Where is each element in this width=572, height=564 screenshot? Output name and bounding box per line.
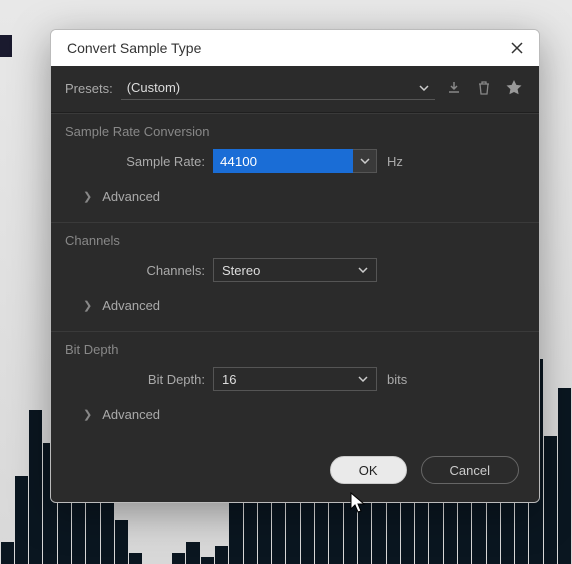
bit-depth-value: 16 xyxy=(222,372,236,387)
chevron-down-icon xyxy=(419,85,429,91)
dialog-footer: OK Cancel xyxy=(51,440,539,502)
channels-value: Stereo xyxy=(222,263,260,278)
delete-preset-button[interactable] xyxy=(473,77,495,99)
bit-depth-unit: bits xyxy=(387,372,407,387)
ok-button[interactable]: OK xyxy=(330,456,407,484)
save-preset-button[interactable] xyxy=(443,77,465,99)
advanced-label: Advanced xyxy=(102,407,160,422)
bit-depth-dropdown[interactable]: 16 xyxy=(213,367,377,391)
close-icon xyxy=(510,41,524,55)
channels-label: Channels: xyxy=(65,263,213,278)
save-preset-icon xyxy=(446,80,462,96)
sample-rate-label: Sample Rate: xyxy=(65,154,213,169)
sample-rate-title: Sample Rate Conversion xyxy=(65,124,525,139)
cancel-button[interactable]: Cancel xyxy=(421,456,519,484)
chevron-right-icon: ❯ xyxy=(83,408,92,421)
chevron-right-icon: ❯ xyxy=(83,190,92,203)
bit-depth-title: Bit Depth xyxy=(65,342,525,357)
titlebar: Convert Sample Type xyxy=(51,30,539,66)
channels-section: Channels Channels: Stereo ❯ Advanced xyxy=(51,222,539,331)
side-badge xyxy=(0,35,12,57)
chevron-down-icon xyxy=(358,376,368,382)
favorite-button[interactable] xyxy=(503,77,525,99)
channels-advanced-toggle[interactable]: ❯ Advanced xyxy=(65,288,525,325)
channels-row: Channels: Stereo xyxy=(65,258,525,282)
sample-rate-advanced-toggle[interactable]: ❯ Advanced xyxy=(65,179,525,216)
presets-row: Presets: (Custom) xyxy=(51,66,539,113)
chevron-right-icon: ❯ xyxy=(83,299,92,312)
sample-rate-dropdown-button[interactable] xyxy=(353,149,377,173)
dialog-title: Convert Sample Type xyxy=(67,40,201,56)
sample-rate-row: Sample Rate: Hz xyxy=(65,149,525,173)
star-icon xyxy=(505,79,523,97)
dialog-body: Presets: (Custom) Sample Rate Conversion… xyxy=(51,66,539,502)
chevron-down-icon xyxy=(358,267,368,273)
presets-value: (Custom) xyxy=(127,80,180,95)
bit-depth-advanced-toggle[interactable]: ❯ Advanced xyxy=(65,397,525,434)
sample-rate-unit: Hz xyxy=(387,154,403,169)
bit-depth-section: Bit Depth Bit Depth: 16 bits ❯ Advanced xyxy=(51,331,539,440)
advanced-label: Advanced xyxy=(102,189,160,204)
sample-rate-input[interactable] xyxy=(213,149,353,173)
channels-dropdown[interactable]: Stereo xyxy=(213,258,377,282)
bit-depth-row: Bit Depth: 16 bits xyxy=(65,367,525,391)
convert-sample-type-dialog: Convert Sample Type Presets: (Custom) Sa… xyxy=(50,29,540,503)
presets-label: Presets: xyxy=(65,81,113,96)
close-button[interactable] xyxy=(509,40,525,56)
presets-dropdown[interactable]: (Custom) xyxy=(121,76,435,100)
trash-icon xyxy=(477,80,491,96)
sample-rate-section: Sample Rate Conversion Sample Rate: Hz ❯… xyxy=(51,113,539,222)
advanced-label: Advanced xyxy=(102,298,160,313)
chevron-down-icon xyxy=(360,158,370,164)
bit-depth-label: Bit Depth: xyxy=(65,372,213,387)
channels-title: Channels xyxy=(65,233,525,248)
